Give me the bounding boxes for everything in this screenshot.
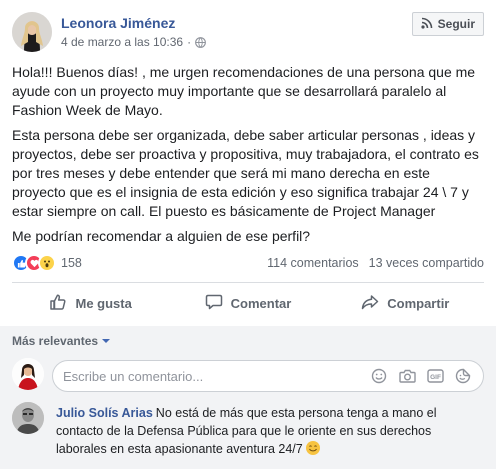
share-label: Compartir (387, 295, 450, 311)
share-button[interactable]: Compartir (327, 287, 484, 319)
globe-icon (195, 36, 206, 48)
meta-separator: · (187, 35, 192, 49)
follow-button[interactable]: Seguir (411, 12, 484, 36)
post-timestamp[interactable]: 4 de marzo a las 10:36 (61, 35, 183, 49)
comment-composer: GIF (52, 360, 484, 392)
comment-label: Comentar (230, 295, 292, 311)
post-header: Leonora Jiménez 4 de marzo a las 10:36 ·… (12, 12, 484, 54)
divider (12, 282, 484, 283)
wow-icon (38, 254, 56, 272)
caret-down-icon (102, 339, 111, 343)
post-meta: 4 de marzo a las 10:36 · (61, 35, 206, 49)
reaction-count: 158 (61, 256, 82, 270)
share-arrow-icon (361, 293, 379, 314)
sort-label: Más relevantes (12, 334, 99, 348)
post-stats: 158 114 comentarios 13 veces compartido (12, 252, 484, 274)
comment-bubble-icon (205, 293, 223, 314)
svg-text:GIF: GIF (430, 374, 441, 381)
composer-avatar[interactable] (12, 358, 44, 390)
post-body: Hola!!! Buenos días! , me urgen recomend… (12, 63, 484, 252)
follow-label: Seguir (437, 17, 475, 31)
emoji-icon[interactable] (369, 366, 389, 386)
stats-right: 114 comentarios 13 veces compartido (267, 256, 484, 270)
sort-dropdown[interactable]: Más relevantes (12, 334, 111, 348)
author-avatar[interactable] (12, 12, 52, 52)
camera-icon[interactable] (397, 366, 417, 386)
smile-emoji-icon (306, 441, 321, 455)
commenter-name[interactable]: Julio Solís Arias (56, 406, 153, 420)
reactions-summary[interactable]: 158 (12, 254, 82, 272)
rss-icon (421, 17, 433, 32)
post-paragraph: Hola!!! Buenos días! , me urgen recomend… (12, 64, 476, 118)
like-label: Me gusta (75, 295, 132, 311)
sticker-icon[interactable] (453, 366, 473, 386)
comment-button[interactable]: Comentar (169, 287, 326, 319)
comment-bubble: Julio Solís Arias No está de más que esta… (52, 402, 484, 460)
thumbs-up-icon (49, 293, 67, 314)
post-paragraph: Me podrían recomendar a alguien de ese p… (12, 228, 311, 244)
like-button[interactable]: Me gusta (12, 287, 169, 319)
author-name[interactable]: Leonora Jiménez (61, 15, 175, 31)
share-count[interactable]: 13 veces compartido (369, 256, 484, 270)
comment-input[interactable] (53, 368, 369, 384)
gif-icon[interactable]: GIF (425, 366, 445, 386)
comments-section: Más relevantes GIF (0, 326, 496, 469)
post-actions: Me gusta Comentar Compartir (12, 287, 484, 319)
comment-count[interactable]: 114 comentarios (267, 256, 359, 270)
post-paragraph: Esta persona debe ser organizada, debe s… (12, 127, 479, 219)
composer-icons: GIF (369, 366, 483, 386)
commenter-avatar[interactable] (12, 402, 44, 434)
